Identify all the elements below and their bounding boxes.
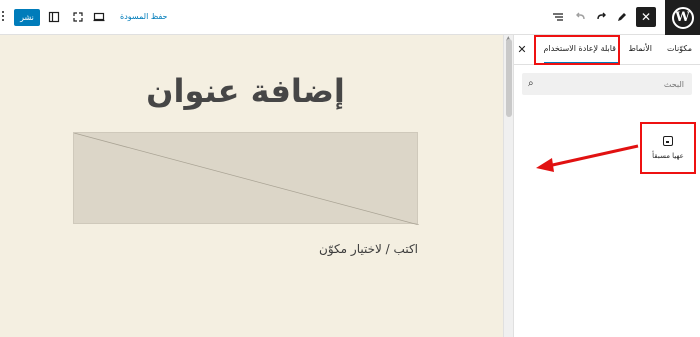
canvas-scrollbar[interactable]: ▲ [503,35,514,337]
fullscreen-icon[interactable] [70,7,86,27]
top-toolbar: W ✕ نشر حفظ المسودة [0,0,700,35]
reusable-block-item[interactable]: عهيا مسبقأ [640,122,696,174]
reusable-block-label: عهيا مسبقأ [652,152,684,160]
tab-blocks[interactable]: مكوّنات [667,44,692,53]
wordpress-logo-icon[interactable]: W [665,0,700,35]
save-draft-button[interactable]: حفظ المسودة [120,12,167,21]
redo-icon[interactable] [594,7,610,27]
tab-patterns[interactable]: الأنماط [629,44,652,53]
annotation-highlight-tab [534,35,620,65]
paragraph-placeholder[interactable]: اكتب / لاختيار مكوّن [73,242,418,256]
edit-icon[interactable] [614,7,630,27]
sidebar-toggle-icon[interactable] [46,7,62,27]
editor-app: W ✕ نشر حفظ المسودة إضافة عنوان اكتب / ل… [0,0,700,337]
scrollbar-thumb[interactable] [506,39,512,117]
more-options-icon[interactable] [1,11,5,21]
search-icon: ⌕ [528,78,534,89]
reusable-block-icon [663,136,673,146]
close-inserter-button[interactable]: ✕ [636,7,656,27]
close-icon[interactable]: ✕ [514,41,530,57]
search-input[interactable] [522,73,692,95]
desktop-preview-icon[interactable] [91,7,107,27]
search-field[interactable]: ⌕ [522,73,692,95]
post-title-block[interactable]: إضافة عنوان [73,72,418,110]
annotation-arrow-icon [536,144,639,172]
publish-button[interactable]: نشر [14,9,40,26]
undo-icon[interactable] [572,7,588,27]
list-view-icon[interactable] [550,7,566,27]
inserter-sidebar: ✕ مكوّنات الأنماط قابلة لإعادة الاستخدام… [514,35,700,337]
image-placeholder[interactable] [73,132,419,225]
inserter-tabs: ✕ مكوّنات الأنماط قابلة لإعادة الاستخدام [514,35,700,65]
